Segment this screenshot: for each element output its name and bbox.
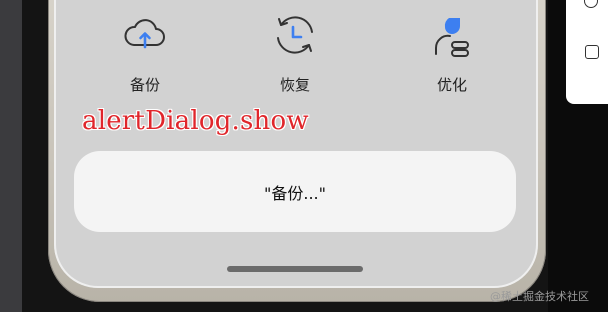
clock-restore-icon [270,10,320,60]
optimize-label: 优化 [436,76,467,94]
alert-dialog[interactable]: "备份..." [74,151,516,232]
restore-label: 恢复 [279,76,310,94]
user-optimize-icon [427,10,477,60]
action-row: 备份 恢复 优化 [54,10,538,100]
backup-label: 备份 [129,76,160,94]
optimize-button[interactable]: 优化 [407,10,497,95]
restore-button[interactable]: 恢复 [250,10,340,95]
code-annotation: alertDialog.show [82,106,309,136]
checkbox[interactable] [585,45,599,59]
watermark: @稀土掘金技术社区 [490,290,589,303]
home-indicator[interactable] [227,266,363,272]
dialog-message: "备份..." [264,183,326,203]
cloud-upload-icon [120,10,170,60]
left-background-strip [0,0,22,312]
backup-button[interactable]: 备份 [100,10,190,95]
